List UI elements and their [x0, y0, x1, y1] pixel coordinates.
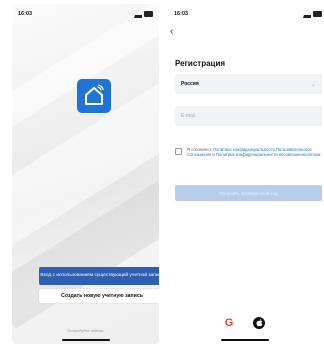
home-indicator	[221, 339, 269, 341]
chevron-down-icon: ⌄	[310, 81, 316, 88]
create-account-button[interactable]: Создать новую учетную запись	[39, 289, 159, 303]
signal-icon	[134, 11, 142, 18]
apple-icon[interactable]	[253, 317, 266, 329]
registration-screen: 16:03 ‹ Регистрация Россия ⌄ E-mail Я со…	[166, 4, 324, 344]
welcome-screen: 16:03 Вход с использованием существующей…	[12, 4, 159, 344]
get-code-button[interactable]: Получить проверочный код	[175, 185, 322, 201]
email-field[interactable]: E-mail	[175, 106, 322, 126]
try-now-link[interactable]: Попробуйте сейчас	[12, 328, 159, 333]
minors-policy-link[interactable]: Политика конфиденциальности несовершенно…	[216, 152, 321, 157]
status-bar: 16:03	[18, 9, 153, 19]
social-login: G	[166, 317, 324, 329]
status-time: 16:03	[174, 11, 189, 17]
google-icon[interactable]: G	[225, 317, 234, 329]
home-wifi-icon	[85, 84, 104, 105]
page-title: Регистрация	[175, 59, 226, 68]
agree-checkbox[interactable]	[175, 148, 182, 155]
country-value: Россия	[181, 81, 199, 87]
login-existing-button[interactable]: Вход с использованием существующей учетн…	[39, 267, 159, 285]
chevron-left-icon[interactable]: ‹	[170, 26, 173, 37]
app-logo	[77, 79, 111, 113]
battery-icon	[144, 11, 153, 17]
battery-icon	[313, 11, 322, 17]
signal-icon	[303, 11, 311, 18]
status-time: 16:03	[18, 11, 33, 17]
status-bar: 16:03	[174, 9, 322, 19]
home-indicator	[62, 339, 110, 341]
country-select[interactable]: Россия ⌄	[175, 74, 322, 94]
